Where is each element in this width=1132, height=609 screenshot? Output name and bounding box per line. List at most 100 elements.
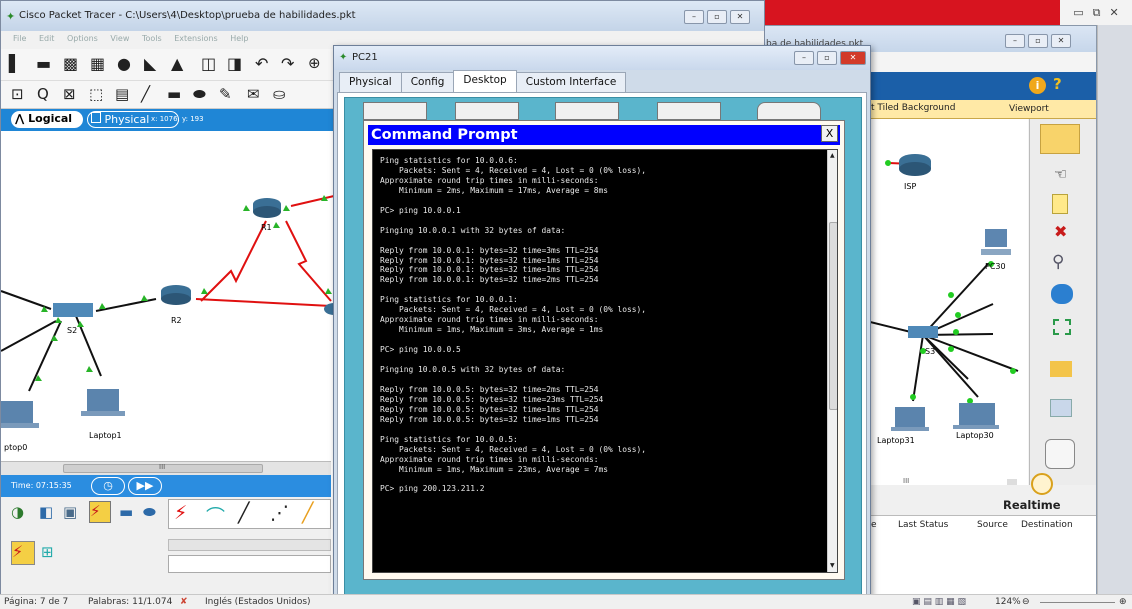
routers-category-icon[interactable]: ◑	[11, 503, 24, 521]
switches-category-icon[interactable]: ◧	[39, 503, 53, 521]
menu-view[interactable]: View	[110, 34, 129, 43]
switch-icon[interactable]	[53, 303, 93, 317]
router-icon[interactable]	[253, 198, 281, 218]
terminal-scrollbar[interactable]: ▲ ▼	[827, 150, 837, 572]
restore-icon[interactable]: ⧉	[1093, 6, 1101, 20]
viewport-label[interactable]: Viewport	[1009, 104, 1049, 114]
menu-edit[interactable]: Edit	[39, 34, 55, 43]
view-mode-icons[interactable]: ▣ ▤ ▥ ▦ ▧	[912, 597, 966, 607]
command-prompt-close-button[interactable]: X	[821, 125, 838, 142]
proofing-icon[interactable]: ✘	[180, 597, 188, 607]
terminal-output[interactable]: Ping statistics for 10.0.0.6: Packets: S…	[372, 149, 838, 573]
maximize-icon[interactable]: ▫	[1028, 34, 1048, 48]
minimize-icon[interactable]: –	[1005, 34, 1025, 48]
paste-icon[interactable]: ◨	[227, 54, 242, 73]
end-devices-category-icon[interactable]: ▬	[119, 503, 133, 521]
wizard-icon[interactable]: ◣	[144, 54, 156, 73]
info-icon[interactable]: i	[1029, 77, 1046, 94]
ellipse-icon[interactable]: ⬬	[193, 85, 206, 103]
open-file-icon[interactable]: ▬	[36, 54, 51, 73]
tab-physical[interactable]: Physical	[339, 72, 402, 92]
menu-tools[interactable]: Tools	[142, 34, 162, 43]
desktop-app-icon[interactable]	[757, 102, 821, 120]
tab-desktop[interactable]: Desktop	[453, 70, 517, 92]
complex-pdu-icon[interactable]	[1050, 399, 1072, 417]
scroll-down-icon[interactable]: ▼	[830, 562, 835, 569]
add-pdu-icon[interactable]	[1050, 361, 1072, 377]
straight-through-icon[interactable]: ╱	[238, 502, 249, 524]
clock-icon[interactable]	[1031, 473, 1053, 495]
simulation-icon[interactable]	[1045, 439, 1075, 469]
help-icon[interactable]: ?	[1053, 75, 1062, 93]
hubs-category-icon[interactable]: ▣	[63, 503, 77, 521]
menu-help[interactable]: Help	[230, 34, 248, 43]
console-cable-icon[interactable]: ⌒	[206, 502, 225, 529]
power-cycle-button[interactable]: ◷	[91, 477, 125, 495]
connections-category-icon[interactable]: ⚡	[89, 501, 111, 523]
pt-horizontal-scrollbar[interactable]: III	[1, 461, 331, 475]
pc-icon[interactable]	[985, 229, 1007, 247]
maximize-icon[interactable]: ▫	[707, 10, 727, 24]
desktop-app-icon[interactable]	[657, 102, 721, 120]
note-tool-icon[interactable]	[1052, 194, 1068, 214]
zoom-out-icon[interactable]: ⊖	[1022, 597, 1030, 607]
freeform-icon[interactable]: ✎	[219, 85, 232, 103]
minimize-icon[interactable]: ▭	[1073, 6, 1083, 19]
close-icon[interactable]: ✕	[730, 10, 750, 24]
delete-icon[interactable]: ⊠	[63, 85, 76, 103]
new-file-icon[interactable]: ▌	[9, 54, 21, 73]
tab-config[interactable]: Config	[400, 72, 455, 92]
crossover-icon[interactable]: ⋰	[270, 502, 289, 524]
laptop-icon[interactable]	[87, 389, 119, 411]
laptop-icon[interactable]	[959, 403, 995, 425]
menu-options[interactable]: Options	[67, 34, 98, 43]
realtime-label[interactable]: Realtime	[1003, 498, 1061, 512]
line-icon[interactable]: ╱	[141, 85, 150, 103]
rectangle-icon[interactable]: ▬	[167, 85, 181, 103]
laptop-icon[interactable]	[895, 407, 925, 427]
shape-tool-icon[interactable]	[1051, 284, 1073, 304]
print-icon[interactable]: ▦	[90, 54, 105, 73]
tiled-background-label[interactable]: t Tiled Background	[871, 103, 955, 113]
device-scrollbar[interactable]	[168, 539, 331, 551]
logical-tab[interactable]: ⋀ Logical	[11, 111, 83, 128]
maximize-icon[interactable]: ▫	[817, 51, 837, 65]
network-info-icon[interactable]: ▲	[171, 54, 183, 73]
router-icon[interactable]	[161, 285, 191, 305]
pt-window-controls[interactable]: – ▫ ✕	[684, 10, 750, 24]
desktop-app-icon[interactable]	[455, 102, 519, 120]
auto-connection-icon[interactable]: ⚡	[174, 502, 187, 524]
wireless-category-icon[interactable]: ⬬	[143, 503, 156, 521]
tab-custom-interface[interactable]: Custom Interface	[515, 72, 627, 92]
close-icon[interactable]: ✕	[1051, 34, 1071, 48]
status-language[interactable]: Inglés (Estados Unidos)	[205, 597, 311, 607]
copy-icon[interactable]: ◫	[201, 54, 216, 73]
zoom-in-icon[interactable]: ⊕	[308, 54, 321, 72]
pt2-window-controls[interactable]: – ▫ ✕	[1005, 34, 1071, 48]
minimize-icon[interactable]: –	[794, 51, 814, 65]
status-words[interactable]: Palabras: 11/1.074	[88, 597, 172, 607]
fast-forward-button[interactable]: ▶▶	[128, 477, 162, 495]
undo-icon[interactable]: ↶	[255, 54, 268, 73]
note-icon[interactable]: ▤	[115, 85, 129, 103]
complex-pdu-icon[interactable]: ⛀	[273, 85, 286, 103]
zoom-level[interactable]: 124%	[995, 597, 1021, 607]
inspect-icon[interactable]: Q	[37, 85, 49, 103]
close-icon[interactable]: ✕	[840, 51, 866, 65]
desktop-app-icon[interactable]	[363, 102, 427, 120]
scroll-thumb[interactable]	[829, 222, 837, 410]
word-window-controls[interactable]: ▭ ⧉ ✕	[1060, 0, 1132, 25]
select-tool-icon[interactable]	[1040, 124, 1080, 154]
minimize-icon[interactable]: –	[684, 10, 704, 24]
grid-icon[interactable]: ⊞	[41, 543, 54, 561]
add-pdu-icon[interactable]: ✉	[247, 85, 260, 103]
zoom-slider[interactable]	[1040, 602, 1115, 603]
fiber-icon[interactable]: ╱	[302, 502, 313, 524]
info-icon[interactable]: ●	[117, 54, 131, 73]
scroll-up-icon[interactable]: ▲	[830, 152, 835, 159]
status-page[interactable]: Página: 7 de 7	[4, 597, 68, 607]
close-icon[interactable]: ✕	[1110, 6, 1119, 19]
select-icon[interactable]: ⊡	[11, 85, 24, 103]
menu-extensions[interactable]: Extensions	[174, 34, 217, 43]
zoom-in-icon[interactable]: ⊕	[1119, 597, 1127, 607]
